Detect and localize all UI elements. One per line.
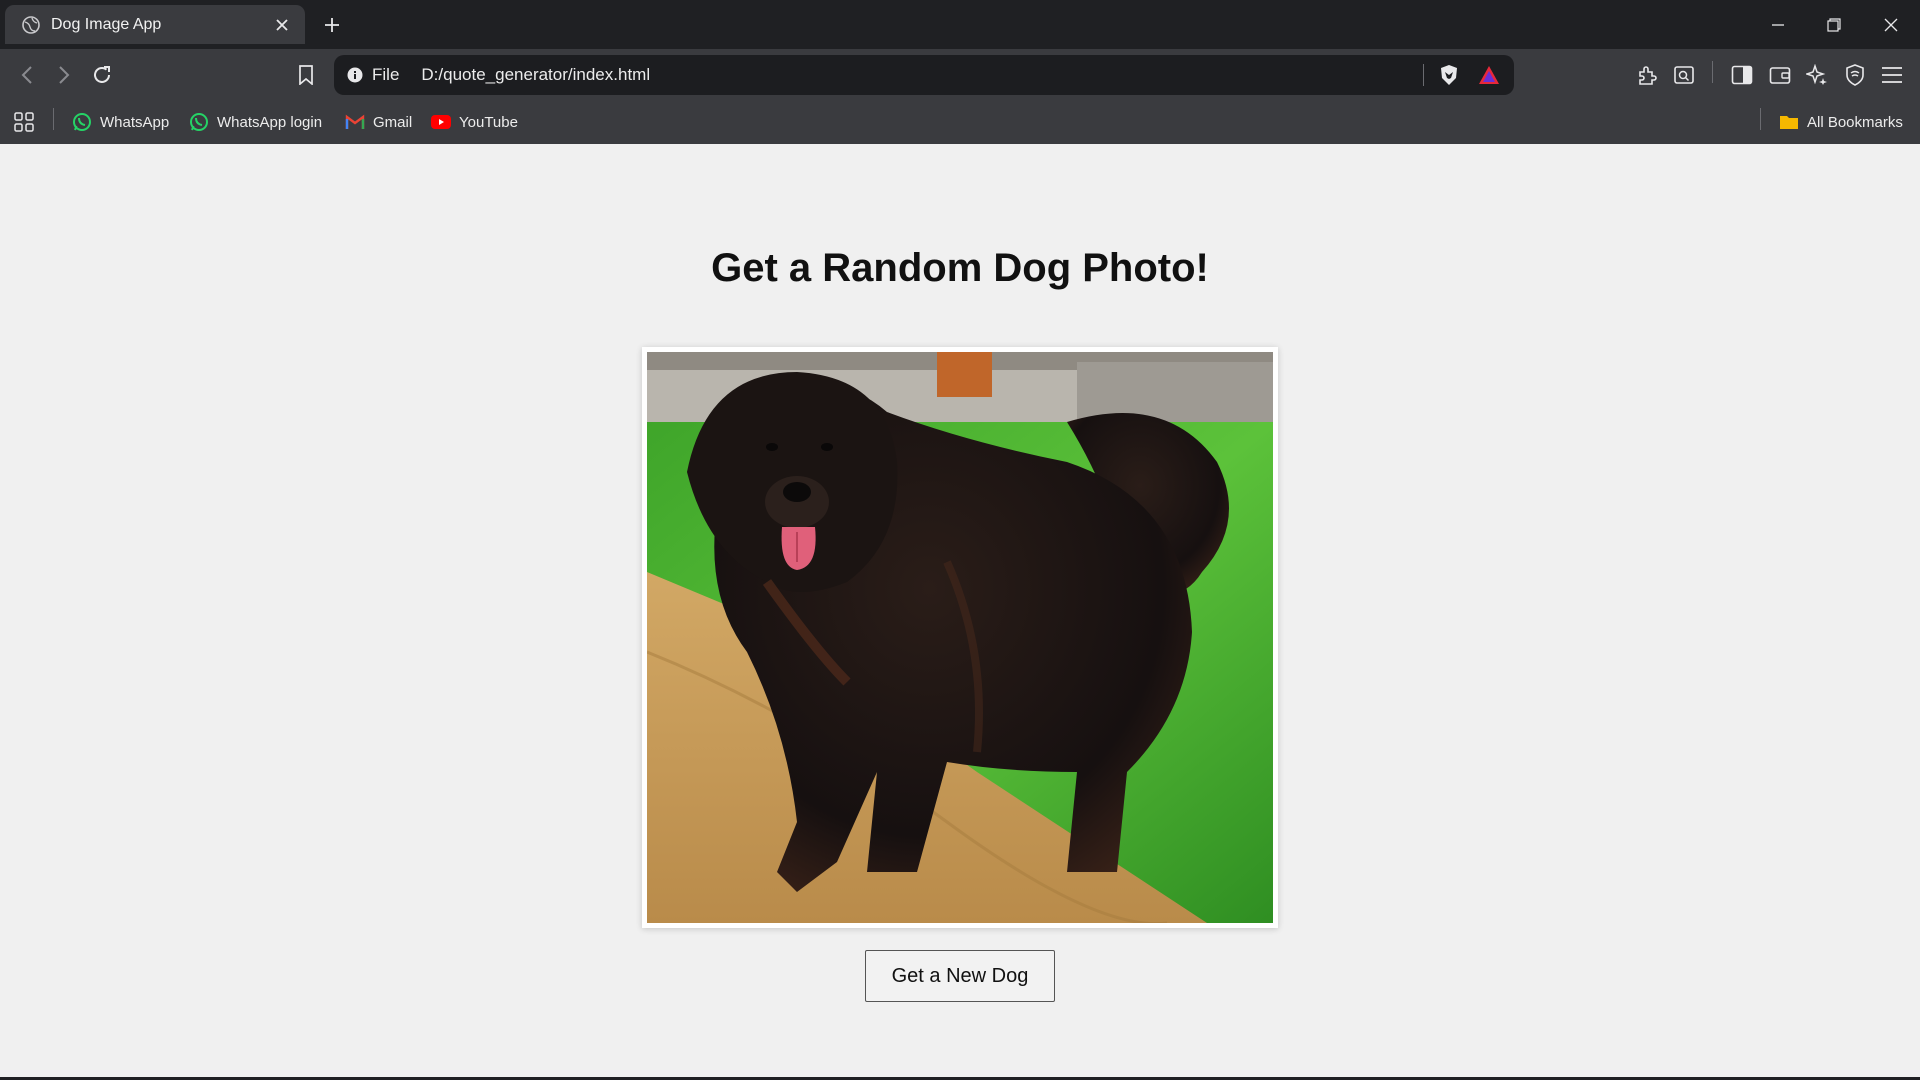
toolbar-divider — [1712, 61, 1713, 83]
bookmark-label: WhatsApp — [100, 113, 170, 131]
page-content: Get a Random Dog Photo! Get a New Dog — [0, 144, 1920, 1080]
site-info-icon[interactable] — [346, 66, 364, 84]
toolbar: File D:/quote_generator/index.html — [0, 49, 1920, 101]
dog-photo — [647, 352, 1273, 923]
wallet-icon[interactable] — [1766, 61, 1794, 89]
url-text[interactable]: D:/quote_generator/index.html — [421, 65, 1423, 85]
page-title: Get a Random Dog Photo! — [711, 246, 1209, 290]
tab-title: Dog Image App — [51, 15, 162, 33]
close-tab-icon[interactable] — [271, 14, 293, 36]
minimize-icon[interactable] — [1763, 10, 1793, 40]
bookmark-whatsapp-login[interactable]: WhatsApp login — [189, 110, 322, 134]
close-window-icon[interactable] — [1876, 10, 1906, 40]
bookmark-youtube[interactable]: YouTube — [431, 110, 518, 134]
bookmarks-divider — [1760, 108, 1761, 130]
whatsapp-icon — [72, 112, 92, 132]
browser-chrome: Dog Image App File D:/quote_generator/in… — [0, 0, 1920, 144]
youtube-icon — [431, 112, 451, 132]
reload-icon[interactable] — [88, 61, 116, 89]
all-bookmarks-label: All Bookmarks — [1807, 113, 1903, 131]
dog-photo-frame — [642, 347, 1278, 928]
brave-rewards-icon[interactable] — [1478, 64, 1500, 86]
screenshot-search-icon[interactable] — [1670, 61, 1698, 89]
back-icon[interactable] — [13, 61, 41, 89]
tab-dog-image-app[interactable]: Dog Image App — [5, 5, 305, 44]
extensions-icon[interactable] — [1633, 61, 1661, 89]
whatsapp-icon — [189, 112, 209, 132]
forward-icon[interactable] — [50, 61, 78, 89]
bookmark-icon[interactable] — [292, 61, 320, 89]
url-scheme: File — [372, 65, 400, 84]
sidebar-icon[interactable] — [1728, 61, 1756, 89]
gmail-icon — [345, 112, 365, 132]
address-bar[interactable]: File D:/quote_generator/index.html — [334, 55, 1514, 95]
bookmark-label: Gmail — [373, 113, 413, 131]
get-new-dog-button[interactable]: Get a New Dog — [865, 950, 1055, 1002]
tab-strip: Dog Image App — [0, 0, 1920, 49]
bookmark-label: YouTube — [459, 113, 518, 131]
omnibox-divider — [1423, 64, 1424, 86]
menu-icon[interactable] — [1878, 61, 1906, 89]
globe-icon — [21, 15, 41, 35]
restore-icon[interactable] — [1819, 10, 1849, 40]
brave-shields-icon[interactable] — [1438, 64, 1460, 86]
bookmark-whatsapp[interactable]: WhatsApp — [72, 110, 169, 134]
leo-ai-icon[interactable] — [1803, 61, 1831, 89]
bookmark-label: WhatsApp login — [217, 113, 323, 131]
new-tab-icon[interactable] — [320, 13, 344, 37]
bookmarks-divider — [53, 108, 54, 130]
all-bookmarks[interactable]: All Bookmarks — [1779, 110, 1903, 134]
apps-grid-icon[interactable] — [13, 110, 35, 134]
bookmark-gmail[interactable]: Gmail — [345, 110, 412, 134]
vpn-icon[interactable] — [1841, 61, 1869, 89]
folder-icon — [1779, 112, 1799, 132]
